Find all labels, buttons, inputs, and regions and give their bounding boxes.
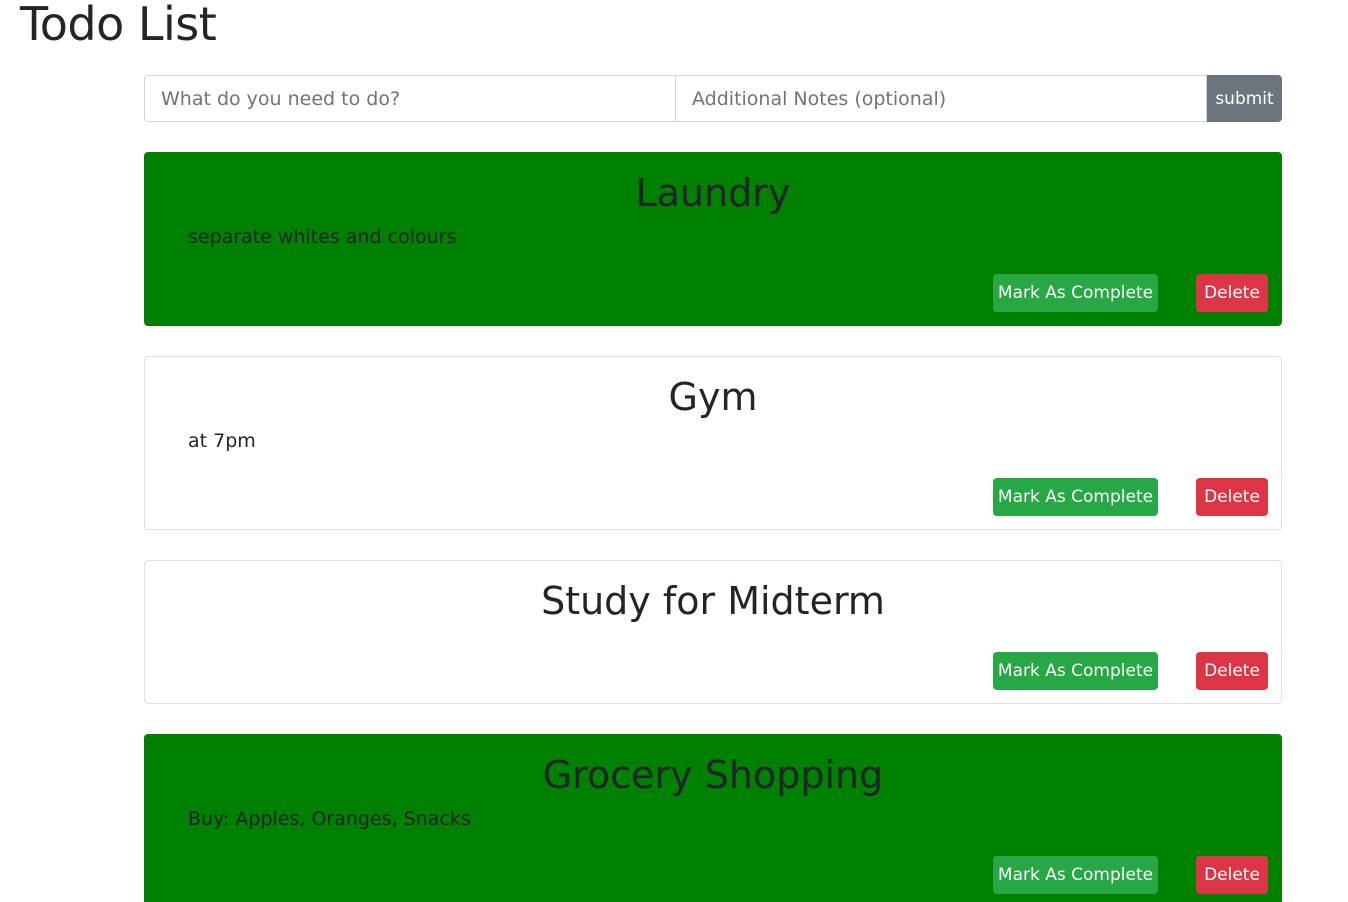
todo-card-laundry: Laundry separate whites and colours Mark… (144, 152, 1282, 326)
todo-title: Study for Midterm (541, 579, 885, 623)
delete-button[interactable]: Delete (1196, 652, 1268, 690)
mark-complete-button[interactable]: Mark As Complete (993, 478, 1158, 516)
todo-title: Grocery Shopping (542, 753, 884, 797)
todo-title: Laundry (635, 171, 791, 215)
todo-card-gym: Gym at 7pm Mark As Complete Delete (144, 356, 1282, 530)
submit-button[interactable]: submit (1207, 75, 1282, 122)
todo-title: Gym (668, 375, 758, 419)
delete-button[interactable]: Delete (1196, 274, 1268, 312)
mark-complete-button[interactable]: Mark As Complete (993, 856, 1158, 894)
todo-notes: Buy: Apples, Oranges, Snacks (188, 808, 471, 830)
todo-notes: separate whites and colours (188, 226, 457, 248)
todo-card-study-for-midterm: Study for Midterm Mark As Complete Delet… (144, 560, 1282, 704)
add-todo-form: submit (144, 75, 1282, 122)
mark-complete-button[interactable]: Mark As Complete (993, 274, 1158, 312)
todo-card-grocery-shopping: Grocery Shopping Buy: Apples, Oranges, S… (144, 734, 1282, 902)
todo-notes: at 7pm (188, 430, 256, 452)
todo-app: Todo List submit Laundry separate whites… (0, 0, 1348, 902)
delete-button[interactable]: Delete (1196, 478, 1268, 516)
todo-notes-input[interactable] (676, 75, 1207, 122)
mark-complete-button[interactable]: Mark As Complete (993, 652, 1158, 690)
delete-button[interactable]: Delete (1196, 856, 1268, 894)
page-title: Todo List (20, 0, 217, 51)
todo-title-input[interactable] (144, 75, 676, 122)
